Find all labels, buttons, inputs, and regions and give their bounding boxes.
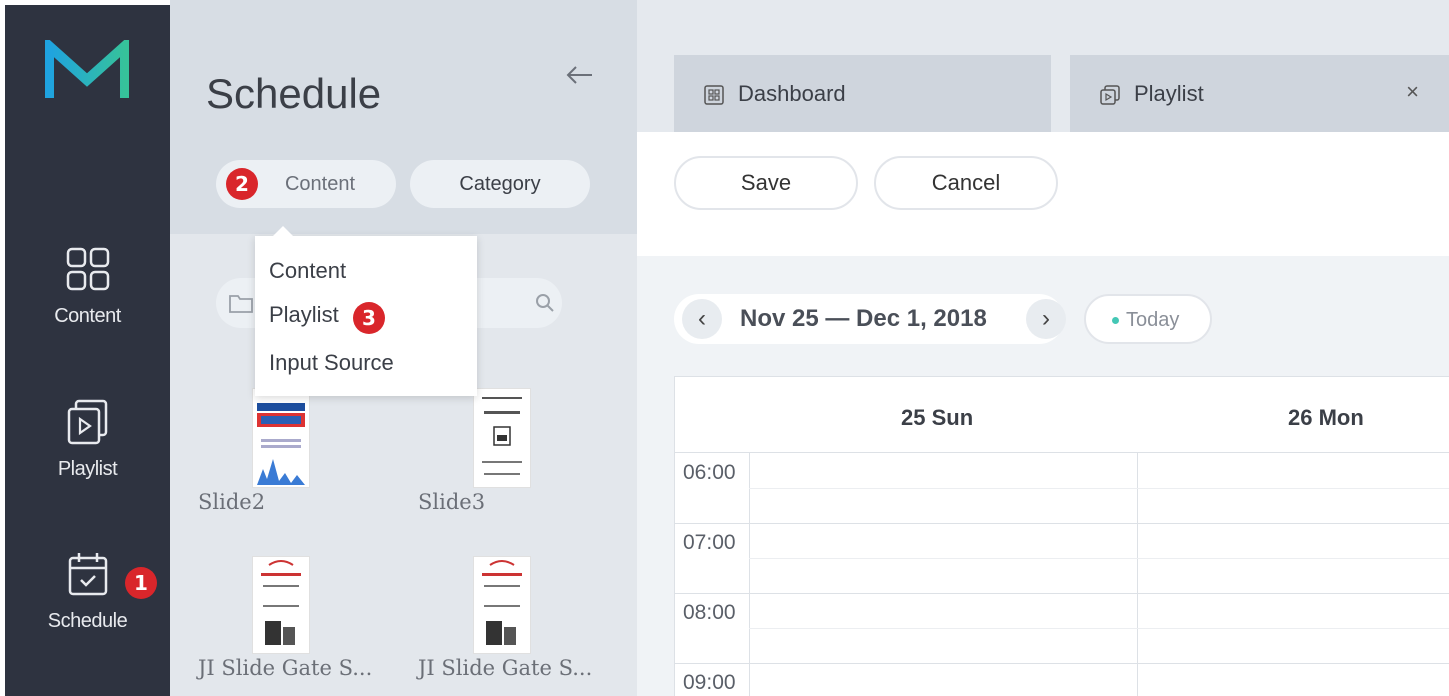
nav-label-content: Content: [54, 305, 121, 327]
time-grid: 06:00 07:00 08:00 09:00: [675, 452, 1449, 696]
grid-divider: [1137, 453, 1138, 696]
time-label: 06:00: [683, 461, 736, 484]
cancel-button[interactable]: Cancel: [874, 156, 1058, 210]
thumbnail-label: JI Slide Gate S...: [198, 656, 373, 680]
day-header-mon: 26 Mon: [1288, 405, 1364, 430]
back-arrow-icon[interactable]: [562, 58, 596, 92]
grid-icon: [66, 247, 109, 291]
nav-item-playlist[interactable]: Playlist: [5, 398, 170, 481]
thumbnail-label: JI Slide Gate S...: [418, 656, 593, 680]
tab-playlist-label: Playlist: [1134, 81, 1204, 106]
grid-line: [749, 558, 1449, 559]
filter-content-label: Content: [284, 173, 356, 195]
tab-dashboard-label: Dashboard: [738, 81, 846, 106]
slide-preview-image: [474, 557, 530, 653]
panel-title: Schedule: [206, 70, 382, 117]
tab-playlist[interactable]: Playlist ×: [1070, 55, 1449, 132]
step-badge-2: 2: [226, 168, 258, 200]
thumbnail-label: Slide3: [418, 490, 486, 514]
nav-item-content[interactable]: Content: [5, 245, 170, 328]
step-badge-3: 3: [353, 302, 385, 334]
slide-preview-image: [474, 389, 530, 487]
schedule-panel: Schedule Content 2 Category Slide2 Slide…: [170, 0, 637, 696]
grid-line: [749, 628, 1449, 629]
date-range-label: Nov 25 — Dec 1, 2018: [740, 305, 987, 332]
grid-line: [749, 488, 1449, 489]
time-label: 08:00: [683, 601, 736, 624]
content-type-dropdown: Content Playlist 3 Input Source: [255, 226, 477, 396]
dashboard-icon: [704, 85, 724, 105]
thumbnail-slide-gate-1[interactable]: [252, 556, 310, 654]
grid-line: [675, 523, 1449, 524]
nav-label-schedule: Schedule: [47, 610, 128, 632]
thumbnail-slide-gate-2[interactable]: [473, 556, 531, 654]
close-icon[interactable]: ×: [1406, 79, 1419, 105]
dropdown-caret: [273, 226, 293, 236]
day-header-sun: 25 Sun: [901, 405, 974, 430]
today-button[interactable]: Today: [1084, 294, 1212, 344]
thumbnail-slide2[interactable]: [252, 388, 310, 488]
next-week-button[interactable]: ›: [1026, 299, 1066, 339]
main-area: Dashboard Playlist × Save Cancel ‹ Nov 2…: [637, 0, 1449, 696]
nav-rail-background: Content Playlist Schedule 1: [5, 5, 170, 696]
today-dot-icon: [1112, 317, 1119, 324]
nav-label-playlist: Playlist: [57, 458, 118, 480]
time-label: 07:00: [683, 531, 736, 554]
slide-preview-image: [253, 389, 309, 487]
tab-dashboard[interactable]: Dashboard: [674, 55, 1051, 132]
date-range-navigator: ‹ Nov 25 — Dec 1, 2018 ›: [674, 294, 1066, 344]
today-label: Today: [1126, 309, 1180, 331]
toolbar: Save Cancel: [637, 132, 1449, 256]
filter-category-label: Category: [459, 173, 541, 195]
prev-week-button[interactable]: ‹: [682, 299, 722, 339]
dropdown-option-playlist[interactable]: Playlist: [269, 302, 339, 328]
app-logo-icon[interactable]: [45, 40, 129, 104]
thumbnail-slide3[interactable]: [473, 388, 531, 488]
playlist-tab-icon: [1100, 85, 1120, 105]
calendar: ‹ Nov 25 — Dec 1, 2018 › Today 25 Sun 26…: [637, 256, 1449, 696]
tab-bar: Dashboard Playlist ×: [637, 0, 1449, 132]
calendar-icon: [68, 553, 107, 596]
save-button[interactable]: Save: [674, 156, 858, 210]
slide-preview-image: [253, 557, 309, 653]
time-label: 09:00: [683, 671, 736, 694]
folder-icon: [229, 295, 253, 313]
thumbnail-label: Slide2: [198, 490, 266, 514]
playlist-icon: [67, 399, 107, 445]
step-badge-1: 1: [125, 567, 157, 599]
filter-category-button[interactable]: Category: [410, 160, 590, 208]
nav-rail: Content Playlist Schedule 1: [0, 0, 170, 696]
grid-line: [675, 593, 1449, 594]
search-icon[interactable]: [534, 292, 556, 314]
dropdown-option-input-source[interactable]: Input Source: [269, 350, 394, 376]
grid-divider: [749, 453, 750, 696]
week-grid: 25 Sun 26 Mon 06:00 07:00 08:00 09:00: [674, 376, 1449, 696]
dropdown-option-content[interactable]: Content: [269, 258, 346, 284]
grid-line: [675, 663, 1449, 664]
